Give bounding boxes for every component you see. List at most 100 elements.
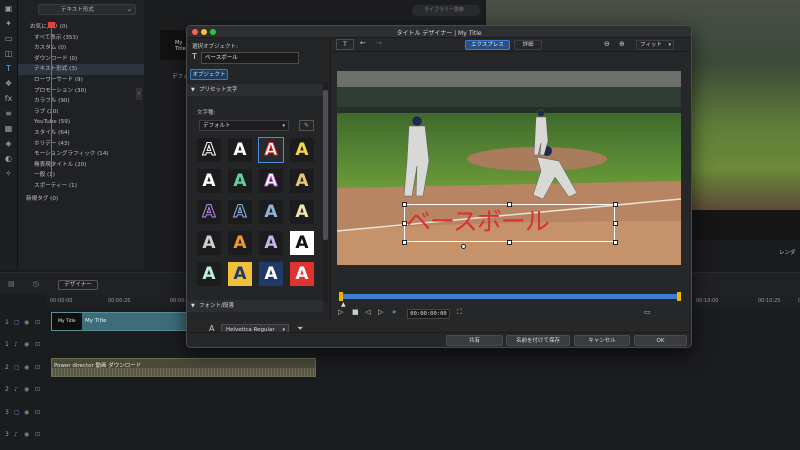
cancel-button[interactable]: キャンセル [574,335,630,346]
fx-icon[interactable]: fx [3,93,15,105]
track-header[interactable]: 3 ♪ ◉ ⊡ [0,426,48,444]
category-item[interactable]: YouTube (59) [18,117,144,128]
category-item[interactable]: 一般 (1) [18,170,144,181]
tab-object[interactable]: オブジェクト [190,69,228,80]
title-canvas[interactable]: ベースボール [337,71,681,265]
zoom-in-icon[interactable]: ⊕ [619,40,625,48]
preset-style-black-on-white[interactable]: A [290,231,314,255]
sticker-icon[interactable]: ✧ [3,168,15,180]
preset-style-blue-hollow[interactable]: A [228,200,252,224]
timecode-display[interactable]: 00:00:00:00 [407,309,450,319]
category-item[interactable]: スタイル (64) [18,128,144,139]
mark-out-marker[interactable] [677,292,681,301]
preset-style-blue-grey[interactable]: A [259,200,283,224]
resize-handle-br[interactable] [613,240,618,245]
zoom-out-icon[interactable]: ⊖ [604,40,610,48]
category-item[interactable]: ローワーサード (9) [18,75,144,86]
lock-icon[interactable]: ⊡ [35,431,40,438]
category-item[interactable]: プロモーション (30) [18,86,144,97]
preset-style-lilac[interactable]: A [259,231,283,255]
lock-icon[interactable]: ⊡ [35,386,40,393]
visibility-icon[interactable]: ◉ [24,364,29,371]
mark-in-marker[interactable] [339,292,343,301]
save-as-button[interactable]: 名前を付けて保存 [506,335,570,346]
stop-icon[interactable]: ■ [352,308,359,316]
preset-style-gold[interactable]: A [290,169,314,193]
category-item[interactable]: ホリデー (43) [18,139,144,150]
preset-style-cream[interactable]: A [290,200,314,224]
preset-style-outline-white[interactable]: A [197,138,221,162]
effects-icon[interactable]: ✦ [3,18,15,30]
lock-icon[interactable]: ⊡ [35,364,40,371]
undo-icon[interactable]: ← [360,39,372,50]
title-text-icon[interactable]: T [3,63,15,75]
next-frame-icon[interactable]: ▷ [378,308,383,316]
visibility-icon[interactable]: ◉ [24,409,29,416]
particle-icon[interactable]: ❖ [3,78,15,90]
chapter-icon[interactable]: ▦ [3,123,15,135]
fast-forward-icon[interactable]: » [392,308,396,316]
preset-edit-icon[interactable]: ✎ [299,120,314,131]
resize-handle-ml[interactable] [402,221,407,226]
preset-style-purple-outline[interactable]: A [259,169,283,193]
timeline-tool-icons[interactable]: ▤◷ [8,280,57,288]
font-section-header[interactable]: ▼ フォント/段落 [187,300,323,312]
resize-handle-tr[interactable] [613,202,618,207]
track-header[interactable]: 1 ▢ ◉ ⊡ [0,314,48,332]
rotate-handle[interactable] [461,244,466,249]
object-name-field[interactable]: ベースボール [201,52,299,64]
preset-section-header[interactable]: ▼ プリセット文字 [187,84,323,96]
preset-style-mint[interactable]: A [197,262,221,286]
category-item[interactable]: ラブ (20) [18,107,144,118]
subtitle-icon[interactable]: ◈ [3,138,15,150]
playhead-handle[interactable] [48,22,55,28]
visibility-icon[interactable]: ◉ [24,386,29,393]
scrubber-track[interactable] [340,294,680,299]
category-item[interactable]: ダウンロード (0) [18,54,144,65]
category-item[interactable]: 新規タグ (0) [18,194,144,205]
insert-text-icon[interactable]: T [336,39,354,50]
category-item[interactable]: 無表現タイトル (20) [18,160,144,171]
category-item[interactable]: すべて表示 (353) [18,33,144,44]
visibility-icon[interactable]: ◉ [24,431,29,438]
collapse-panel-handle[interactable]: ‹ [136,88,142,100]
library-search-input[interactable]: ライブラリー検索 [412,5,480,16]
category-item[interactable]: モーショングラフィック (14) [18,149,144,160]
preset-style-white[interactable]: A [197,169,221,193]
preset-style-red-outline[interactable]: A [258,137,284,163]
track-header[interactable]: 3 ▢ ◉ ⊡ [0,404,48,422]
text-selection-box[interactable] [404,204,615,242]
resize-handle-tl[interactable] [402,202,407,207]
char-type-select[interactable]: デフォルト ▾ [199,120,289,131]
resize-handle-mr[interactable] [613,221,618,226]
lock-icon[interactable]: ⊡ [35,319,40,326]
category-item[interactable]: カスタム (0) [18,43,144,54]
preset-style-chrome[interactable]: A [197,231,221,255]
prev-frame-icon[interactable]: ◁ [365,308,370,316]
preset-style-orange[interactable]: A [228,231,252,255]
preset-style-yellow[interactable]: A [290,138,314,162]
track-header[interactable]: 2 ▢ ◉ ⊡ [0,359,48,377]
fullscreen-icon[interactable]: ⛶ [457,308,462,317]
lock-icon[interactable]: ⊡ [35,409,40,416]
preset-style-green-gradient[interactable]: A [228,169,252,193]
mask-icon[interactable]: ◐ [3,153,15,165]
category-item[interactable]: お気に入り (0) [18,22,144,33]
scrollbar-thumb[interactable] [323,90,328,240]
timeline-playhead[interactable] [51,22,52,178]
preset-style-on-navy[interactable]: A [259,262,283,286]
share-button[interactable]: 共有 [446,335,503,346]
track-header[interactable]: 1 ♪ ◉ ⊡ [0,336,48,354]
lock-icon[interactable]: ⊡ [35,341,40,348]
transition-icon[interactable]: ▭ [3,33,15,45]
tv-safe-zone-icon[interactable]: ▭ [644,308,651,316]
visibility-icon[interactable]: ◉ [24,341,29,348]
resize-handle-bc[interactable] [507,240,512,245]
zoom-fit-select[interactable]: フィット ▾ [636,40,674,50]
preset-scrollbar[interactable] [323,82,328,302]
preset-style-on-yellow[interactable]: A [228,262,252,286]
category-item[interactable]: カラフル (90) [18,96,144,107]
resize-handle-bl[interactable] [402,240,407,245]
category-item[interactable]: スポーティー (1) [18,181,144,192]
track-header[interactable]: 2 ♪ ◉ ⊡ [0,381,48,399]
